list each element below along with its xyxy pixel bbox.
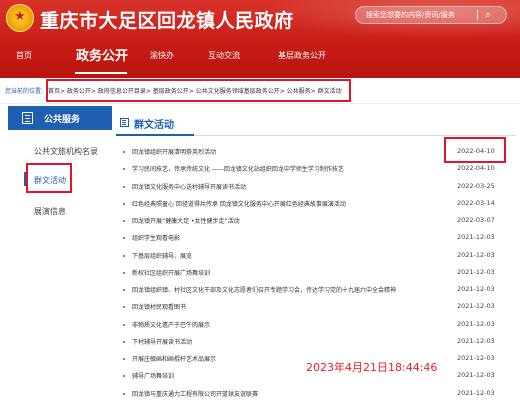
article-title[interactable]: 回龙镇组织镇、村社区文化干部及文化志愿者们召开专题学习会，传达学习党的十九届六中… <box>132 285 396 294</box>
bullet-icon <box>123 151 125 153</box>
bullet-icon <box>123 323 125 326</box>
title-divider-accent <box>116 134 194 136</box>
article-date: 2022-03-07 <box>457 216 495 224</box>
article-title[interactable]: 红色经典照童心 回径道得共传承 回龙镇文化服务中心开展红色经典故事展演活动 <box>132 199 346 208</box>
article-date: 2021-12-03 <box>457 302 495 311</box>
search-divider <box>477 10 478 20</box>
article-date: 2021-12-03 <box>457 233 495 242</box>
article-title[interactable]: 学习民间技艺，传承传统文化 ——回龙镇文化站组织回龙中学师生学习制作技艺 <box>132 164 344 173</box>
article-date: 2022-04-10 <box>457 164 495 173</box>
search-icon[interactable]: ⌕ <box>485 8 491 22</box>
sidebar-item-cultural-institutions[interactable]: 公共文旅机构名录 <box>34 146 98 157</box>
nav-item-home[interactable]: 首页 <box>16 50 32 61</box>
article-title[interactable]: 新权社区组织开展广场舞培训 <box>132 268 210 277</box>
bullet-icon <box>123 271 125 274</box>
list-item[interactable]: 非物质文化遗产于巴牛肉展示 2021-12-03 <box>112 317 520 334</box>
highlight-box-date <box>444 137 506 163</box>
bullet-icon <box>123 220 125 222</box>
search-box[interactable]: 搜索您想要的内容/资讯/服务 ⌕ <box>355 6 507 24</box>
search-input[interactable]: 搜索您想要的内容/资讯/服务 <box>366 10 455 20</box>
article-date: 2021-12-03 <box>457 285 495 293</box>
list-item[interactable]: 新权社区组织开展广场舞培训 2021-12-03 <box>112 265 520 282</box>
article-date: 2021-12-03 <box>457 336 495 345</box>
article-date: 2021-12-03 <box>457 371 495 380</box>
article-date: 2022-03-14 <box>457 198 495 207</box>
article-date: 2021-12-03 <box>457 250 495 259</box>
article-date: 2021-12-03 <box>457 319 495 328</box>
list-item[interactable]: 回龙镇组织镇、村社区文化干部及文化志愿者们召开专题学习会，传达学习党的十九届六中… <box>112 282 520 299</box>
bullet-icon <box>123 392 125 395</box>
article-date: 2021-12-03 <box>457 354 495 362</box>
bullet-icon <box>123 254 125 257</box>
article-date: 2022-03-25 <box>457 181 495 190</box>
list-icon <box>120 118 129 127</box>
sidebar-header-title: 公共服务 <box>44 115 81 125</box>
sidebar: 公共服务 公共文旅机构名录 群文活动 展演信息 <box>0 106 112 419</box>
list-item[interactable]: 回龙镇文化服务中心送村辅导开展读书活动 2022-03-25 <box>112 179 520 196</box>
article-title[interactable]: 回龙镇文化服务中心送村辅导开展读书活动 <box>132 182 246 191</box>
bullet-icon <box>123 306 125 309</box>
bullet-icon <box>123 375 125 378</box>
article-title[interactable]: 回龙镇组织开展清明祭英烈活动 <box>132 147 216 156</box>
highlight-box-breadcrumb <box>46 79 351 102</box>
national-emblem-icon <box>6 4 34 32</box>
bullet-icon <box>123 237 125 240</box>
list-item[interactable]: 回龙镇开展“健康大足 •女性健步走”活动 2022-03-07 <box>112 213 520 230</box>
nav-item-government-affairs[interactable]: 政务公开 <box>76 45 128 64</box>
sidebar-header: 公共服务 <box>8 106 112 130</box>
nav-item-grassroots-affairs[interactable]: 基层政务公开 <box>278 50 326 61</box>
bullet-icon <box>123 202 125 205</box>
nav-active-indicator <box>75 72 127 74</box>
site-header: 重庆市大足区回龙镇人民政府 搜索您想要的内容/资讯/服务 ⌕ 首页 政务公开 渝… <box>0 0 520 78</box>
page: 重庆市大足区回龙镇人民政府 搜索您想要的内容/资讯/服务 ⌕ 首页 政务公开 渝… <box>0 0 520 419</box>
nav-item-interaction[interactable]: 互动交流 <box>208 50 240 61</box>
bullet-icon <box>123 168 125 171</box>
article-date: 2021-12-03 <box>457 388 495 397</box>
list-item[interactable]: 回龙镇村民观看图书 2021-12-03 <box>112 299 520 316</box>
article-title[interactable]: 回龙镇村民观看图书 <box>132 302 186 311</box>
bullet-icon <box>123 185 125 188</box>
article-title[interactable]: 回龙镇开展“健康大足 •女性健步走”活动 <box>132 216 240 225</box>
list-item[interactable]: 红色经典照童心 回径道得共传承 回龙镇文化服务中心开展红色经典故事展演活动 202… <box>112 196 520 213</box>
site-title: 重庆市大足区回龙镇人民政府 <box>40 10 294 32</box>
article-title[interactable]: 下村辅导开展读书活动 <box>132 337 192 346</box>
document-icon <box>22 112 33 124</box>
bullet-icon <box>123 358 125 360</box>
article-title[interactable]: 下基层组织辅导、展览 <box>132 251 192 260</box>
article-title[interactable]: 辅导广场舞培训 <box>132 371 174 380</box>
list-item[interactable]: 下基层组织辅导、展览 2021-12-03 <box>112 248 520 265</box>
article-title[interactable]: 非物质文化遗产于巴牛肉展示 <box>132 320 210 329</box>
list-item[interactable]: 回龙镇与重庆通力工程有限公司开篮球友谊联赛 2021-12-03 <box>112 386 520 403</box>
article-date: 2021-12-03 <box>457 267 495 276</box>
sidebar-item-performance-info[interactable]: 展演信息 <box>34 206 66 217</box>
article-title[interactable]: 开展庄毓画和画棍杆艺术品展示 <box>132 354 216 363</box>
nav-item-yukuaiban[interactable]: 渝快办 <box>150 50 174 61</box>
article-title[interactable]: 组织学生观看电影 <box>132 233 180 242</box>
list-item[interactable]: 学习民间技艺，传承传统文化 ——回龙镇文化站组织回龙中学师生学习制作技艺 2022… <box>112 161 520 178</box>
bullet-icon <box>123 340 125 343</box>
highlight-box-sidebar <box>26 163 72 193</box>
list-item[interactable]: 组织学生观看电影 2021-12-03 <box>112 230 520 247</box>
page-title: 群文活动 <box>134 120 174 131</box>
list-item[interactable]: 下村辅导开展读书活动 2021-12-03 <box>112 334 520 351</box>
breadcrumb-location-label: 您当前的位置: <box>5 88 44 95</box>
article-title[interactable]: 回龙镇与重庆通力工程有限公司开篮球友谊联赛 <box>132 389 258 398</box>
bullet-icon <box>123 289 125 291</box>
capture-timestamp: 2023年4月21日18:44:46 <box>306 361 438 374</box>
